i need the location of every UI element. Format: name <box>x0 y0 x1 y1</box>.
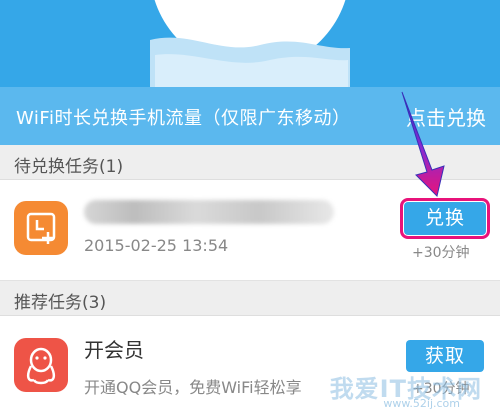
click-exchange-link[interactable]: 点击兑换 <box>406 102 486 131</box>
exchange-banner[interactable]: WiFi时长兑换手机流量（仅限广东移动） 点击兑换 <box>0 87 500 145</box>
qq-penguin-icon <box>14 338 68 392</box>
clock-add-icon <box>14 201 68 255</box>
task-title-redacted <box>84 200 334 224</box>
get-button[interactable]: 获取 <box>406 340 484 372</box>
recommended-section-title: 推荐任务(3) <box>14 293 107 313</box>
pending-section-title: 待兑换任务(1) <box>14 157 124 177</box>
watermark-url: www.52ij.com <box>383 397 460 410</box>
task-description: 开通QQ会员，免费WiFi轻松享 <box>84 378 302 397</box>
recommended-section-header: 推荐任务(3) <box>0 281 500 316</box>
exchange-button[interactable]: 兑换 <box>400 198 490 239</box>
banner-title: WiFi时长兑换手机流量（仅限广东移动） <box>16 108 351 129</box>
hero-illustration <box>150 0 350 87</box>
task-name: 开会员 <box>84 338 144 362</box>
pending-task-row[interactable]: 2015-02-25 13:54 兑换 +30分钟 <box>0 180 500 281</box>
hero-header <box>0 0 500 87</box>
task-date: 2015-02-25 13:54 <box>84 236 229 255</box>
pending-section-header: 待兑换任务(1) <box>0 145 500 180</box>
task-reward: +30分钟 <box>412 245 470 261</box>
